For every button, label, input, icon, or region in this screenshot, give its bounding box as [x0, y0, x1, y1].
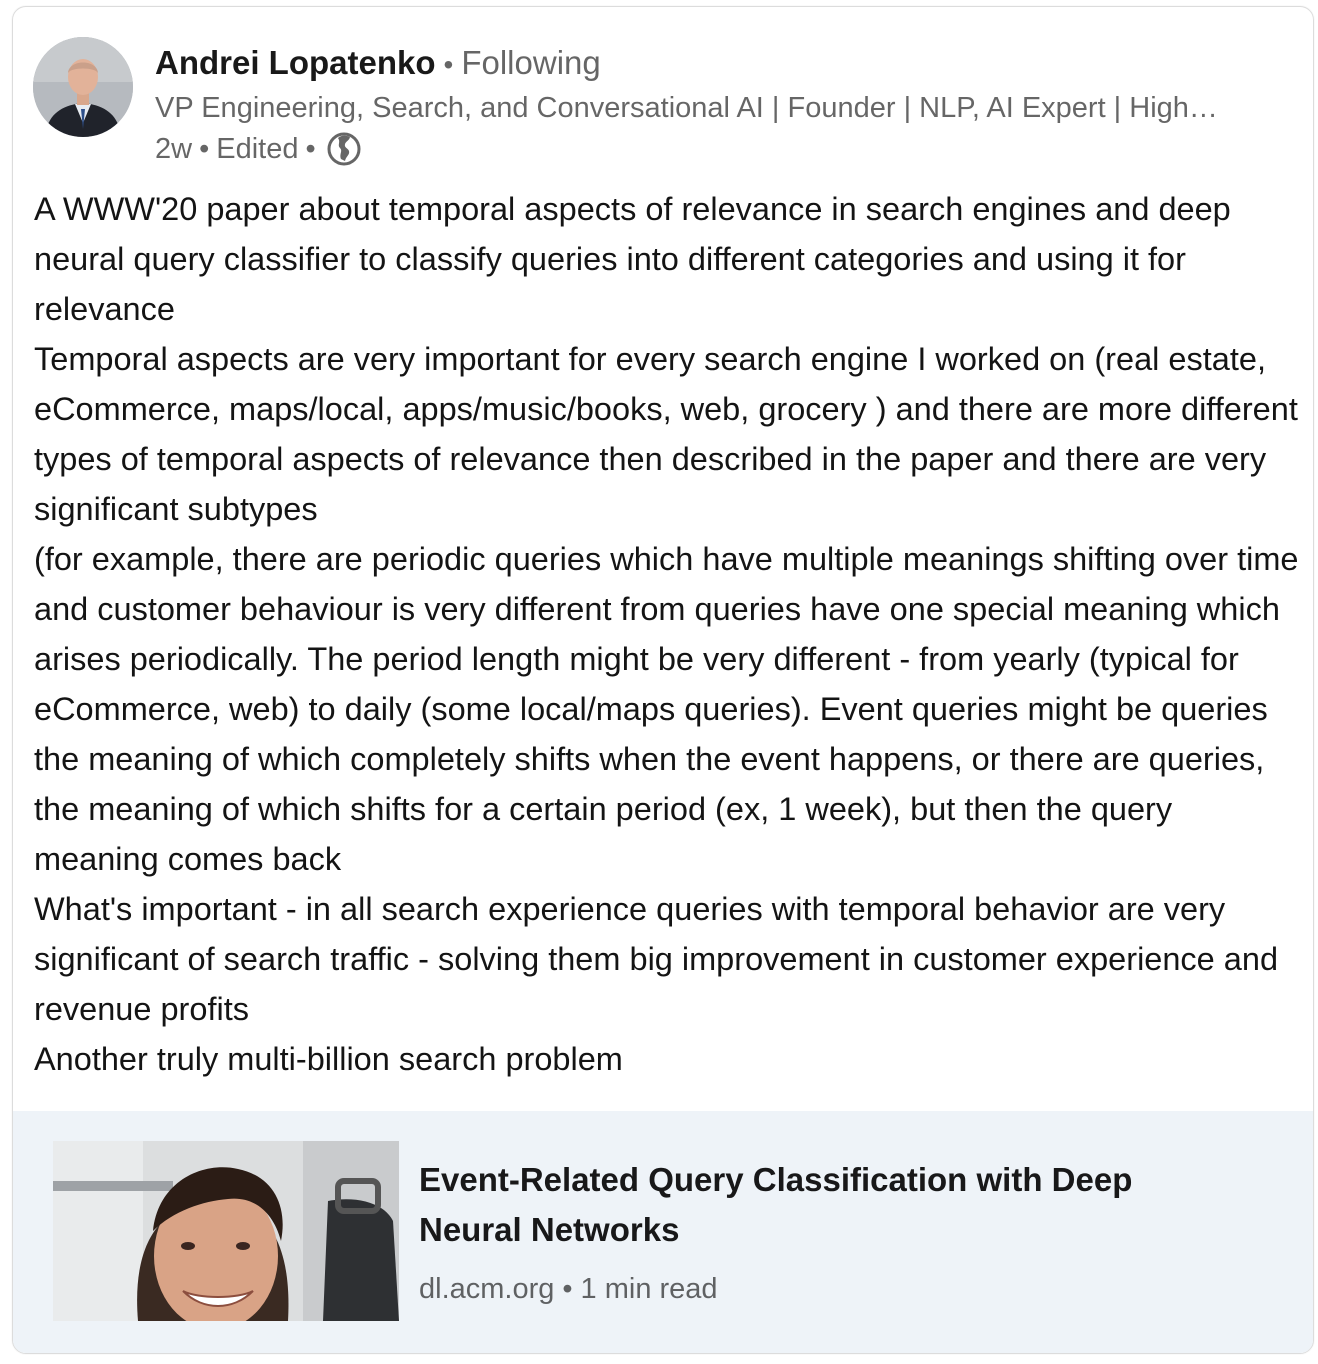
- globe-icon: [327, 132, 361, 166]
- author-headline: VP Engineering, Search, and Conversation…: [155, 92, 1218, 124]
- article-domain: dl.acm.org: [419, 1273, 555, 1305]
- timestamp-separator: •: [199, 133, 210, 165]
- edited-label: Edited: [216, 133, 299, 165]
- post-paragraph: A WWW'20 paper about temporal aspects of…: [34, 191, 1231, 327]
- article-link-preview[interactable]: Event-Related Query Classification with …: [13, 1111, 1313, 1353]
- feed-post-card: Andrei Lopatenko • Following VP Engineerin…: [12, 6, 1314, 1354]
- article-source-row: dl.acm.org • 1 min read: [419, 1269, 1239, 1309]
- author-avatar[interactable]: [33, 37, 133, 137]
- article-separator: •: [562, 1273, 573, 1305]
- author-name-row: Andrei Lopatenko • Following: [155, 41, 1293, 87]
- article-thumbnail[interactable]: [53, 1141, 399, 1321]
- post-age: 2w: [155, 133, 193, 165]
- visibility-separator: •: [305, 133, 316, 165]
- follow-status[interactable]: Following: [461, 44, 600, 81]
- post-paragraph: Another truly multi-billion search probl…: [34, 1041, 623, 1077]
- article-title[interactable]: Event-Related Query Classification with …: [419, 1155, 1239, 1255]
- name-separator: •: [443, 49, 454, 80]
- thumbnail-photo: [53, 1141, 399, 1321]
- article-info: Event-Related Query Classification with …: [419, 1155, 1239, 1309]
- post-paragraph: (for example, there are periodic queries…: [34, 541, 1299, 877]
- post-header: Andrei Lopatenko • Following VP Engineerin…: [33, 37, 1293, 166]
- author-meta: Andrei Lopatenko • Following VP Engineerin…: [155, 41, 1293, 169]
- article-read-time: 1 min read: [580, 1273, 718, 1305]
- author-name[interactable]: Andrei Lopatenko: [155, 44, 436, 81]
- post-paragraph: Temporal aspects are very important for …: [34, 341, 1298, 527]
- author-photo: [33, 37, 133, 137]
- post-timestamp-row: 2w • Edited •: [155, 129, 1293, 169]
- post-body: A WWW'20 paper about temporal aspects of…: [34, 184, 1304, 1084]
- post-paragraph: What's important - in all search experie…: [34, 891, 1279, 1027]
